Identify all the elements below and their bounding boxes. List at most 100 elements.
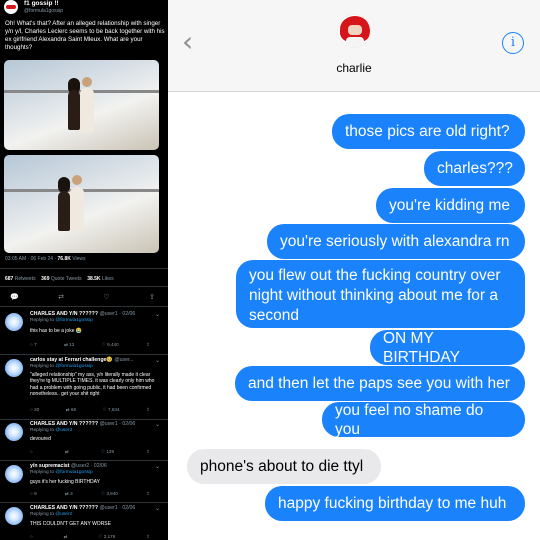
reply-icon[interactable]: ○ [30,449,33,455]
retweet-icon[interactable]: ⇄ 13 [64,342,74,348]
retweets-label[interactable]: Retweets [15,276,36,282]
replying-to-link[interactable]: @formula1gossip [55,318,92,323]
reply-icon[interactable]: ○ 7 [30,342,37,348]
more-icon[interactable]: ⌄ [155,463,160,470]
tweet-actions: 💬 ⇄ ♡ ⇪ [10,293,155,301]
tweet-time: 03:05 AM · 06 Feb 24 · [5,256,57,262]
retweet-icon[interactable]: ⇄ [64,534,68,540]
reply-name: CHARLES AND Y/N ?????? [30,311,99,317]
share-icon[interactable]: ⇪ [146,342,150,348]
message-bubble-sent[interactable]: you flew out the fucking country over ni… [236,260,525,328]
replying-to-link[interactable]: @user2 [55,512,72,517]
replying-to-link[interactable]: @formula1gossip [55,470,92,475]
like-count: 139 [106,449,114,454]
retweet-icon[interactable]: ⇄ 3 [65,491,73,497]
more-icon[interactable]: ⌄ [155,311,160,318]
more-icon[interactable]: ⌄ [155,357,160,364]
reply-author: carlos stay at Ferrari challenge🥺 @user.… [30,357,134,363]
retweet-icon[interactable]: ⇄ 68 [66,407,76,413]
tweet-photo-1[interactable] [4,60,159,150]
like-icon[interactable]: ♡ [103,293,109,301]
like-icon[interactable]: ♡ 2,176 [98,534,115,540]
conversation-header: ‹ charlie i [168,0,540,92]
account-handle[interactable]: @formula1gossip [24,8,63,14]
account-avatar[interactable] [4,0,18,14]
reply-avatar[interactable] [5,507,23,525]
likes-label[interactable]: Likes [102,276,114,282]
reply-name: CHARLES AND Y/N ?????? [30,505,99,511]
retweet-count: 3 [70,491,73,496]
likes-count[interactable]: 38.5K [87,276,100,282]
message-bubble-sent[interactable]: you're seriously with alexandra rn [267,224,525,259]
like-icon[interactable]: ♡ 3,840 [101,491,118,497]
like-icon[interactable]: ♡ 7,634 [103,407,120,413]
divider [0,354,168,355]
message-bubble-sent[interactable]: and then let the paps see you with her [235,366,525,401]
reply-icon[interactable]: 💬 [10,293,19,301]
reply-text: guys it's her fucking BIRTHDAY [30,479,100,485]
message-bubble-sent[interactable]: those pics are old right? [332,114,525,149]
reply-count: 9 [34,491,37,496]
reply-text: THIS COULDN'T GET ANY WORSE [30,521,111,527]
reply-name: y/n supremacist [30,463,70,469]
retweet-icon[interactable]: ⇄ [58,293,64,301]
imessage-panel: ‹ charlie i those pics are old right? ch… [168,0,540,540]
reply-avatar[interactable] [5,465,23,483]
reply-author: CHARLES AND Y/N ?????? @user1 · 02/06 [30,311,135,317]
account-name[interactable]: f1 gossip !! [24,0,59,7]
reply-icon[interactable]: ○ 20 [30,407,39,413]
share-icon[interactable]: ⇪ [149,293,155,301]
divider [0,268,168,269]
reply-handle-date: @user1 · 02/06 [99,311,136,317]
reply-icon[interactable]: ○ 9 [30,491,37,497]
share-icon[interactable]: ⇪ [146,407,150,413]
share-icon[interactable]: ⇪ [146,449,150,455]
reply-handle-date: @user2 · 02/06 [70,463,107,469]
replying-to-link[interactable]: @user3 [55,428,72,433]
divider [0,419,168,420]
retweet-count: 13 [69,342,75,347]
reply-handle-date: @user1 · 02/06 [99,505,136,511]
reply-icon[interactable]: ○ [30,534,33,540]
reply-avatar[interactable] [5,423,23,441]
contact-avatar[interactable] [337,14,371,48]
more-icon[interactable]: ⌄ [155,421,160,428]
message-bubble-sent[interactable]: charles??? [424,151,525,186]
reply-actions: ○ 7 ⇄ 13 ♡ 9,440 ⇪ [30,342,150,348]
retweet-icon[interactable]: ⇄ [65,449,69,455]
share-icon[interactable]: ⇪ [146,491,150,497]
retweet-count: 68 [70,407,77,412]
chevron-left-icon[interactable]: ‹ [182,28,193,56]
message-bubble-sent[interactable]: ON MY BIRTHDAY [370,330,525,366]
info-icon[interactable]: i [502,32,524,54]
reply-context: Replying to @user3 [30,428,72,433]
like-icon[interactable]: ♡ 139 [101,449,114,455]
like-icon[interactable]: ♡ 9,440 [102,342,119,348]
like-count: 7,634 [108,407,120,412]
replying-to-link[interactable]: @formula1gossip [55,364,92,369]
tweet-photo-2[interactable] [4,155,159,253]
reply-handle-date: @user... [114,357,134,363]
reply-tweet[interactable]: carlos stay at Ferrari challenge🥺 @user.… [0,357,168,419]
reply-avatar[interactable] [5,313,23,331]
reply-tweet[interactable]: y/n supremacist @user2 · 02/06 Replying … [0,463,168,503]
retweets-count[interactable]: 687 [5,276,13,282]
reply-tweet[interactable]: CHARLES AND Y/N ?????? @user1 · 02/06 Re… [0,311,168,355]
reply-author: CHARLES AND Y/N ?????? @user1 · 02/06 [30,505,135,511]
quotes-label[interactable]: Quote Tweets [51,276,82,282]
views-count: 76.8K [57,256,71,262]
share-icon[interactable]: ⇪ [146,534,150,540]
reply-tweet[interactable]: CHARLES AND Y/N ?????? @user1 · 02/06 Re… [0,505,168,540]
reply-text: "alleged relationship" my ass, y/n liter… [30,372,155,398]
more-icon[interactable]: ⌄ [155,505,160,512]
message-bubble-received[interactable]: phone's about to die ttyl [187,449,381,484]
reply-text: this has to be a joke 😭 [30,328,83,334]
message-bubble-sent[interactable]: happy fucking birthday to me huh [265,486,525,521]
reply-tweet[interactable]: CHARLES AND Y/N ?????? @user1 · 02/06 Re… [0,421,168,459]
reply-avatar[interactable] [5,359,23,377]
quotes-count[interactable]: 369 [41,276,49,282]
message-bubble-sent[interactable]: you feel no shame do you [322,402,525,438]
contact-name[interactable]: charlie [168,61,540,75]
reply-context: Replying to @user2 [30,512,72,517]
message-bubble-sent[interactable]: you're kidding me [376,188,525,223]
